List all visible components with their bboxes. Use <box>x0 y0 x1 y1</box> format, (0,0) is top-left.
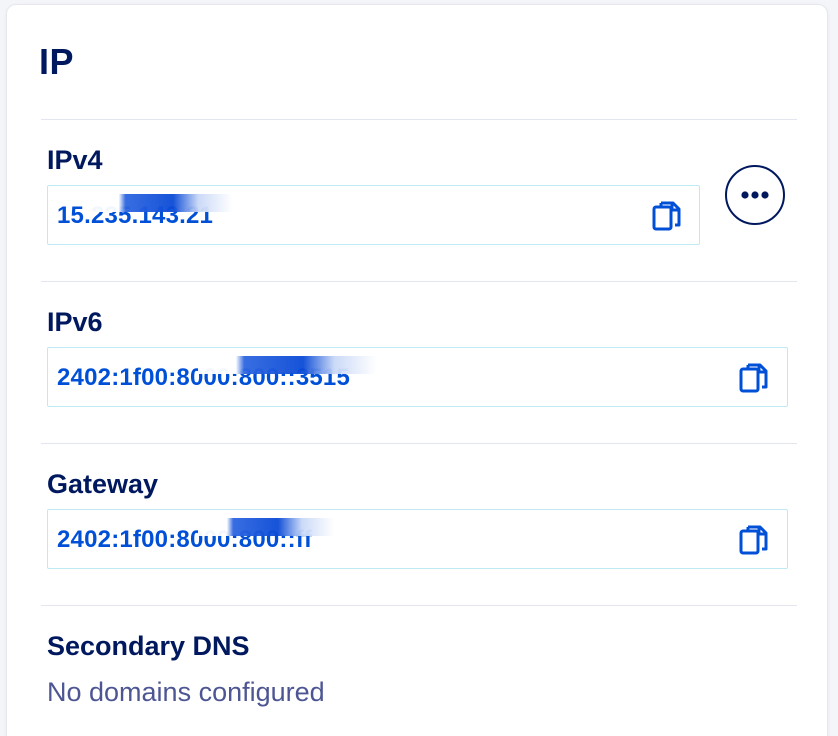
more-actions-button[interactable] <box>725 165 785 225</box>
copy-ipv6-button[interactable] <box>736 360 772 396</box>
copy-icon <box>739 525 768 555</box>
ipv4-field: 15.235.143.21 <box>47 185 700 245</box>
copy-gateway-button[interactable] <box>736 522 772 558</box>
divider <box>41 443 797 444</box>
copy-icon <box>739 363 768 393</box>
divider <box>41 119 797 120</box>
ipv4-label: IPv4 <box>47 145 103 175</box>
copy-icon <box>652 201 681 231</box>
ip-card: IP IPv4 15.235.143.21 IPv6 2402:1f00:800… <box>6 4 828 736</box>
redaction-mark <box>198 518 358 536</box>
copy-ipv4-button[interactable] <box>649 198 685 234</box>
secondary-dns-empty-text: No domains configured <box>47 677 325 707</box>
gateway-field: 2402:1f00:8000:800::ff <box>47 509 788 569</box>
redaction-mark <box>198 356 408 374</box>
ellipsis-icon <box>741 191 769 199</box>
ipv6-label: IPv6 <box>47 307 103 337</box>
divider <box>41 281 797 282</box>
card-title: IP <box>39 41 75 82</box>
secondary-dns-label: Secondary DNS <box>47 631 250 661</box>
ip-panel-page: IP IPv4 15.235.143.21 IPv6 2402:1f00:800… <box>0 0 838 736</box>
redaction-mark <box>88 194 258 212</box>
divider <box>41 605 797 606</box>
gateway-label: Gateway <box>47 469 159 499</box>
ipv6-field: 2402:1f00:8000:800::3515 <box>47 347 788 407</box>
